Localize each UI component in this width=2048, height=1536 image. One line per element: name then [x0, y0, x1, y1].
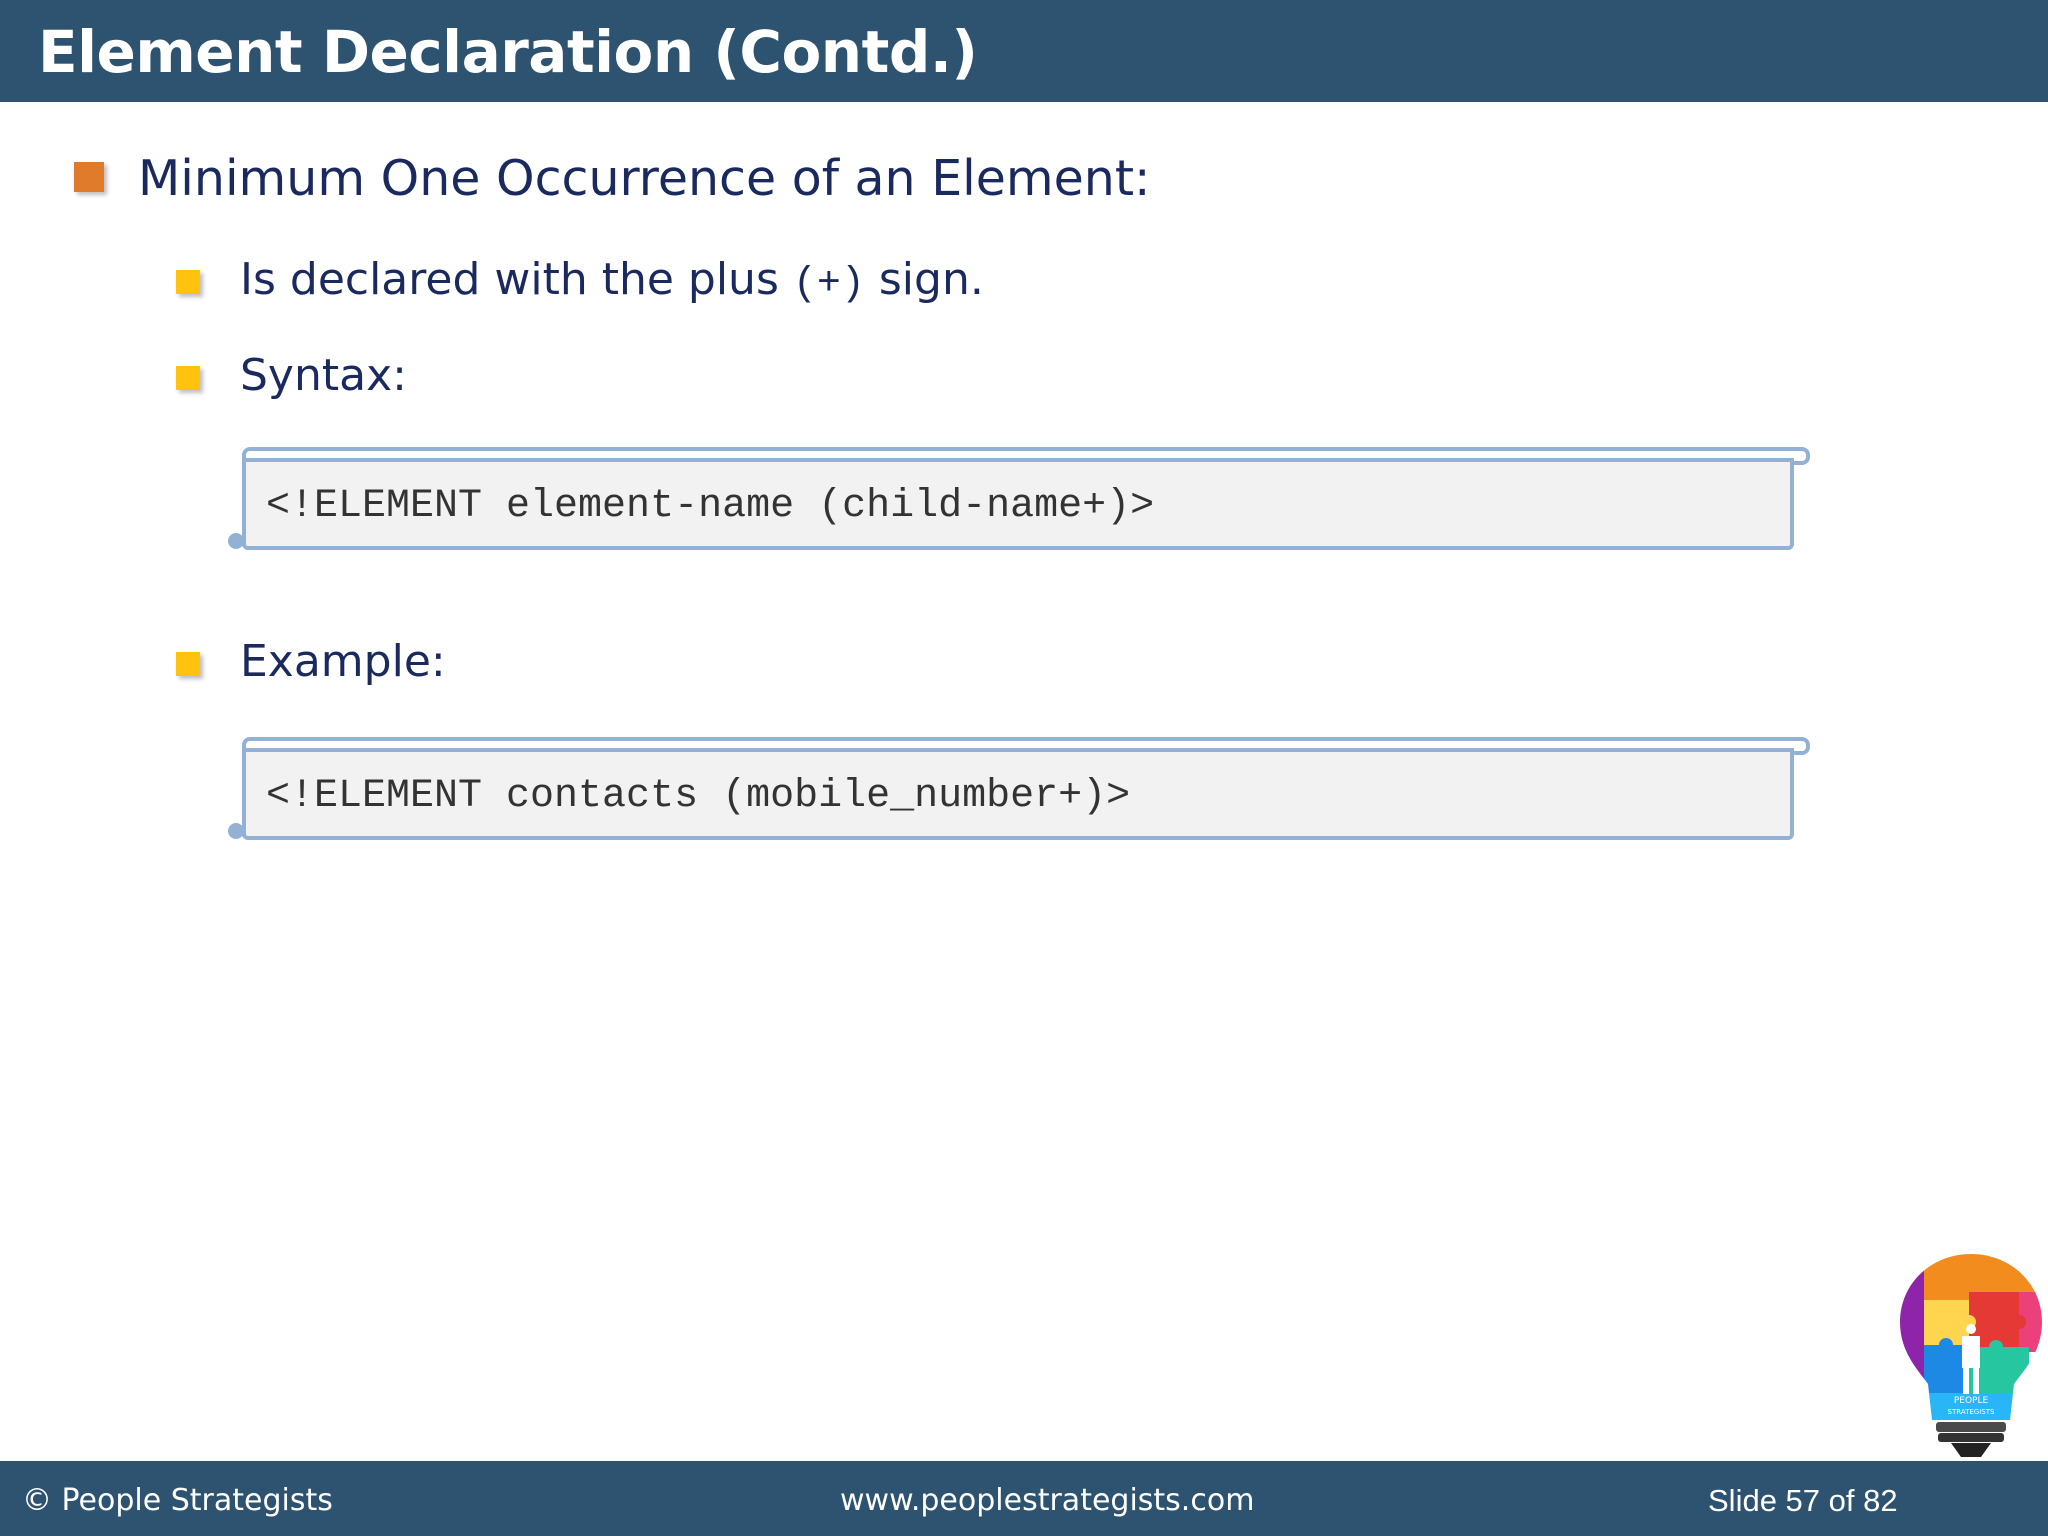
syntax-code-box: <!ELEMENT element-name (child-name+)>: [242, 458, 1794, 550]
footer-website-link[interactable]: www.peoplestrategists.com: [840, 1483, 1254, 1518]
example-scroll-curl: [228, 823, 244, 839]
logo-text-strategists: STRATEGISTS: [1948, 1408, 1995, 1416]
syntax-code: <!ELEMENT element-name (child-name+)>: [266, 484, 1155, 529]
title-bar: Element Declaration (Contd.): [0, 0, 2048, 102]
sub-bullet-syntax: Syntax:: [240, 350, 407, 401]
sub-bullet-icon: [176, 270, 200, 294]
plus-sign-code: (+): [792, 262, 865, 307]
sub-bullet-icon: [176, 366, 200, 390]
logo-text-people: PEOPLE: [1954, 1396, 1989, 1406]
sub-bullet-example: Example:: [240, 636, 446, 687]
footer-bar: © People Strategists www.peoplestrategis…: [0, 1461, 2048, 1536]
example-code-box: <!ELEMENT contacts (mobile_number+)>: [242, 748, 1794, 840]
sub-bullet-icon: [176, 652, 200, 676]
sub-bullet-declared: Is declared with the plus (+) sign.: [240, 254, 984, 307]
bullet-minimum-occurrence: Minimum One Occurrence of an Element:: [138, 150, 1151, 207]
example-code: <!ELEMENT contacts (mobile_number+)>: [266, 774, 1131, 819]
sub-bullet-declared-text-b: sign.: [864, 254, 984, 305]
footer-slide-number: Slide 57 of 82: [1708, 1483, 1898, 1518]
bullet-square-icon: [74, 162, 104, 192]
syntax-scroll-curl: [228, 533, 244, 549]
slide-title: Element Declaration (Contd.): [38, 18, 978, 86]
lightbulb-puzzle-logo-icon: PEOPLE STRATEGISTS: [1900, 1254, 2042, 1457]
sub-bullet-declared-text-a: Is declared with the plus: [240, 254, 793, 305]
footer-copyright: © People Strategists: [22, 1483, 333, 1518]
